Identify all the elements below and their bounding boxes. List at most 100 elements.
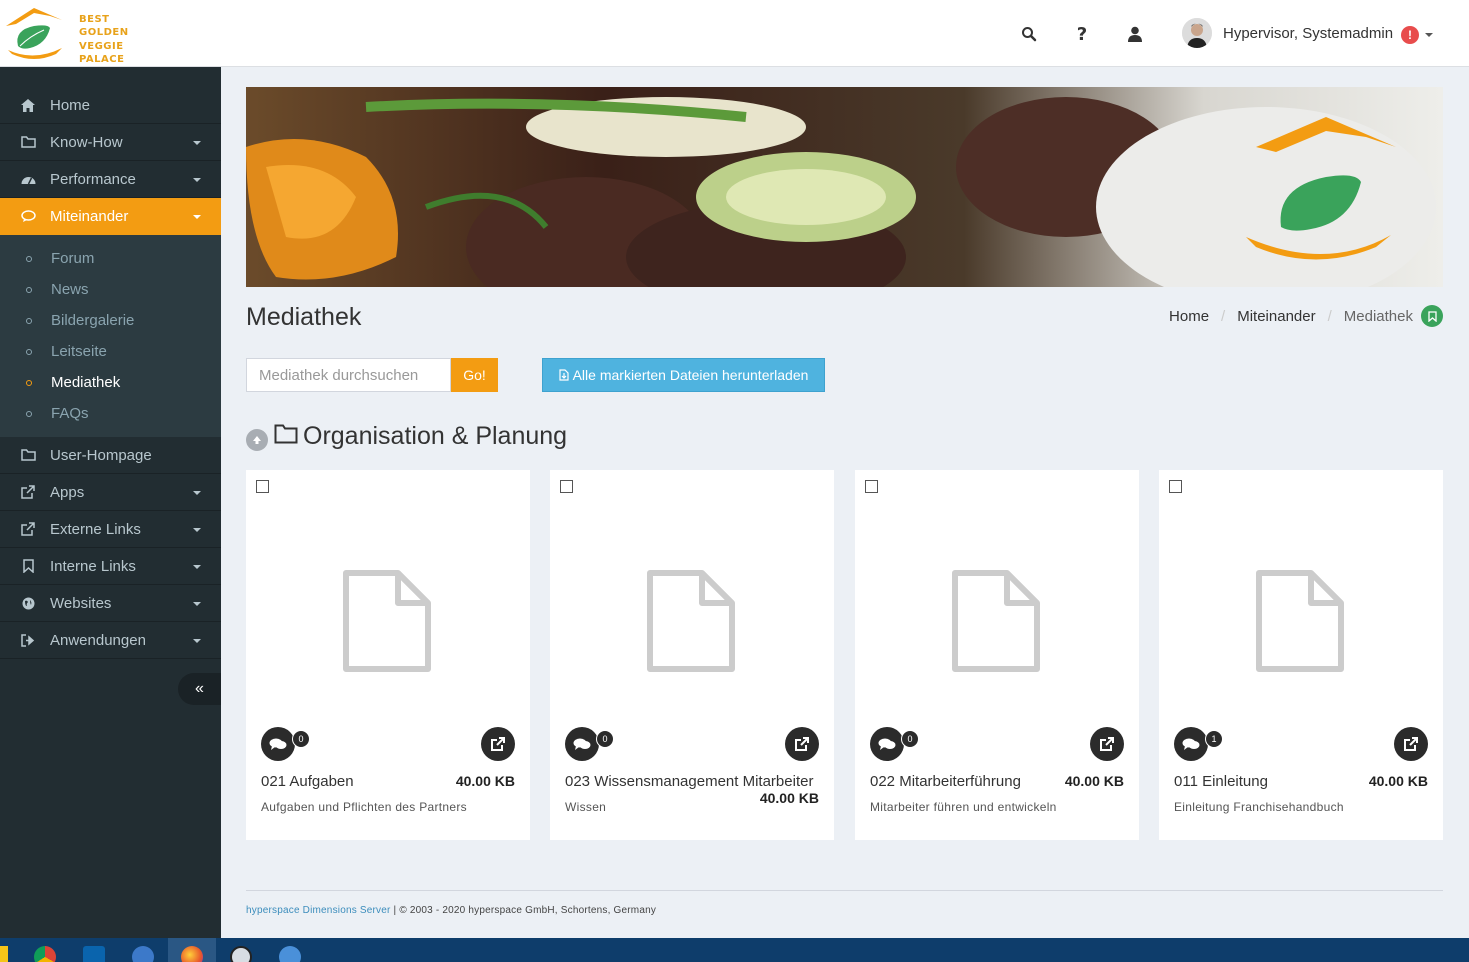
breadcrumb-home[interactable]: Home [1169, 308, 1209, 325]
sidebar-subitem-label: FAQs [51, 405, 89, 422]
folder-icon[interactable] [0, 946, 8, 962]
chrome-icon[interactable] [34, 946, 56, 962]
search-icon[interactable] [1019, 24, 1039, 44]
comments-icon[interactable] [565, 727, 599, 761]
sidebar-item-label: Externe Links [50, 520, 141, 538]
external-link-icon[interactable] [481, 727, 515, 761]
main-content: Mediathek Home / Miteinander / Mediathek… [221, 67, 1469, 938]
file-card[interactable]: 0 021 Aufgaben 40.00 KB Aufgaben und Pfl… [246, 470, 530, 840]
sidebar-subitem-bildergalerie[interactable]: Bildergalerie [0, 305, 221, 336]
file-size: 40.00 KB [455, 773, 515, 789]
comments-icon[interactable] [1174, 727, 1208, 761]
file-card[interactable]: 0 022 Mitarbeiterführung 40.00 KB Mitarb… [855, 470, 1139, 840]
comment-count: 0 [901, 730, 919, 748]
search-form: Go! [246, 358, 498, 392]
file-grid: 0 021 Aufgaben 40.00 KB Aufgaben und Pfl… [246, 470, 1443, 840]
sidebar-subitem-label: Bildergalerie [51, 312, 135, 329]
circle-icon [26, 348, 32, 355]
file-select-checkbox[interactable] [560, 480, 573, 493]
alert-badge[interactable]: ! [1401, 26, 1419, 44]
sidebar-item-miteinander[interactable]: Miteinander [0, 198, 221, 235]
sidebar-item-externe-links[interactable]: Externe Links [0, 511, 221, 548]
sidebar-item-label: User-Hompage [50, 446, 152, 464]
sidebar-item-home[interactable]: Home [0, 87, 221, 124]
comments-icon[interactable] [261, 727, 295, 761]
sidebar-collapse-button[interactable]: « [178, 673, 221, 705]
file-icon [647, 570, 735, 677]
lock-icon[interactable] [230, 946, 252, 962]
external-link-icon [20, 521, 36, 537]
folder-icon [20, 447, 36, 463]
breadcrumb-current: Mediathek [1343, 307, 1413, 325]
browser-icon[interactable] [132, 946, 154, 962]
firefox-icon[interactable] [181, 946, 203, 962]
circle-icon [26, 379, 32, 386]
folder-icon [20, 134, 36, 150]
chevron-down-icon [193, 178, 201, 182]
logo-leaf-icon [6, 8, 62, 59]
file-name[interactable]: 022 Mitarbeiterführung [870, 773, 1021, 790]
sidebar: Home Know-How Performance Miteinander Fo… [0, 67, 221, 938]
file-select-checkbox[interactable] [256, 480, 269, 493]
breadcrumb-miteinander[interactable]: Miteinander [1237, 308, 1315, 325]
file-size: 40.00 KB [1064, 773, 1124, 789]
globe-icon [20, 595, 36, 611]
sidebar-subitem-faqs[interactable]: FAQs [0, 398, 221, 429]
external-link-icon[interactable] [1394, 727, 1428, 761]
file-card[interactable]: 1 011 Einleitung 40.00 KB Einleitung Fra… [1159, 470, 1443, 840]
sidebar-item-interne-links[interactable]: Interne Links [0, 548, 221, 585]
sidebar-item-label: Know-How [50, 133, 123, 151]
file-description: Mitarbeiter führen und entwickeln [870, 800, 1057, 814]
sidebar-subitem-label: Forum [51, 250, 95, 267]
file-download-icon [558, 369, 569, 381]
sidebar-subitem-label: News [51, 281, 89, 298]
bookmark-icon[interactable] [1421, 305, 1443, 327]
file-name[interactable]: 021 Aufgaben [261, 773, 354, 790]
avatar[interactable] [1182, 18, 1212, 48]
folder-up-icon[interactable] [246, 428, 268, 451]
file-size: 40.00 KB [759, 790, 819, 806]
file-select-checkbox[interactable] [865, 480, 878, 493]
sidebar-item-label: Performance [50, 170, 136, 188]
sidebar-item-label: Apps [50, 483, 85, 501]
sidebar-subitem-news[interactable]: News [0, 274, 221, 305]
download-selected-button[interactable]: Alle markierten Dateien herunterladen [542, 358, 825, 392]
file-select-checkbox[interactable] [1169, 480, 1182, 493]
external-link-icon[interactable] [1090, 727, 1124, 761]
sidebar-subitem-leitseite[interactable]: Leitseite [0, 336, 221, 367]
sidebar-item-apps[interactable]: Apps [0, 474, 221, 511]
sidebar-subitem-mediathek[interactable]: Mediathek [0, 367, 221, 398]
chevron-down-icon [193, 215, 201, 219]
external-link-icon [20, 484, 36, 500]
comments-icon[interactable] [870, 727, 904, 761]
circle-icon [26, 410, 32, 417]
globe-icon[interactable] [279, 946, 301, 962]
chevron-down-icon[interactable] [1425, 33, 1433, 37]
sidebar-item-websites[interactable]: Websites [0, 585, 221, 622]
sidebar-item-label: Interne Links [50, 557, 136, 575]
external-link-icon[interactable] [785, 727, 819, 761]
file-name[interactable]: 011 Einleitung [1174, 773, 1268, 790]
search-input[interactable] [246, 358, 451, 392]
search-go-button[interactable]: Go! [451, 358, 498, 392]
comment-count: 1 [1205, 730, 1223, 748]
brand-logo[interactable]: BEST GOLDEN VEGGIE PALACE [4, 4, 144, 65]
file-card[interactable]: 0 023 Wissensmanagement Mitarbeiter 40.0… [550, 470, 834, 840]
sidebar-item-label: Websites [50, 594, 112, 612]
folder-header: Organisation & Planung [246, 422, 567, 451]
user-name[interactable]: Hypervisor, Systemadmin [1223, 25, 1393, 42]
home-icon [20, 97, 36, 113]
user-icon[interactable] [1125, 24, 1145, 44]
sidebar-item-know-how[interactable]: Know-How [0, 124, 221, 161]
chevron-down-icon [193, 565, 201, 569]
sidebar-item-anwendungen[interactable]: Anwendungen [0, 622, 221, 659]
help-icon[interactable]: ? [1072, 24, 1092, 45]
file-size: 40.00 KB [1368, 773, 1428, 789]
sidebar-subitem-forum[interactable]: Forum [0, 243, 221, 274]
footer-server-link[interactable]: hyperspace Dimensions Server [246, 905, 391, 916]
sidebar-item-user-hompage[interactable]: User-Hompage [0, 437, 221, 474]
sidebar-item-performance[interactable]: Performance [0, 161, 221, 198]
outlook-icon[interactable] [83, 946, 105, 962]
file-name[interactable]: 023 Wissensmanagement Mitarbeiter [565, 773, 813, 790]
breadcrumb: Home / Miteinander / Mediathek [1169, 305, 1443, 327]
